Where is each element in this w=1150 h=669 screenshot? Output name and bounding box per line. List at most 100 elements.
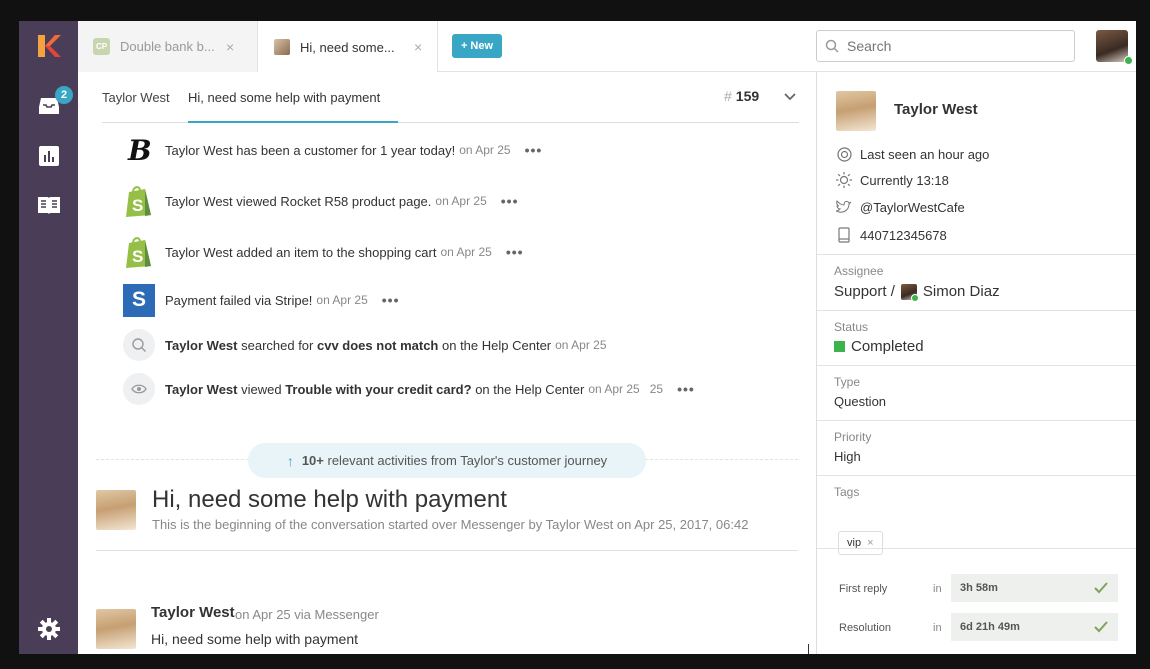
activity-item: Taylor West viewed Trouble with your cre… <box>123 373 695 405</box>
app-window: 2 CP Double bank b... × Hi, need some...… <box>19 21 1136 654</box>
more-options-icon[interactable]: ••• <box>677 381 695 397</box>
text-cursor <box>808 644 809 654</box>
close-icon[interactable]: × <box>414 39 422 55</box>
divider <box>817 254 1136 255</box>
twitter-icon <box>836 199 852 215</box>
search-input[interactable] <box>847 38 1067 54</box>
sidebar: 2 <box>19 21 78 654</box>
sun-icon <box>836 172 852 188</box>
arrow-up-icon: ↑ <box>286 452 294 469</box>
sidebar-item-reports[interactable] <box>37 144 61 168</box>
conversation-subtitle: This is the beginning of the conversatio… <box>152 517 749 532</box>
user-avatar[interactable] <box>1096 30 1128 62</box>
local-time-text: Currently 13:18 <box>860 172 949 188</box>
activity-item: S Payment failed via Stripe! on Apr 25 •… <box>123 283 400 317</box>
activity-text: Taylor West added an item to the shoppin… <box>165 244 437 260</box>
twitter-row: @TaylorWestCafe <box>836 199 965 215</box>
last-seen-row: Last seen an hour ago <box>836 146 989 162</box>
online-status-icon <box>1124 56 1133 65</box>
resolution-value: 6d 21h 49m <box>960 621 1020 633</box>
search-icon <box>123 329 155 361</box>
activity-search-term: cvv does not match <box>317 337 439 353</box>
ticket-number: #159 <box>724 88 759 104</box>
assignee-label: Assignee <box>834 264 884 278</box>
stripe-icon: S <box>123 283 155 317</box>
twitter-handle[interactable]: @TaylorWestCafe <box>860 200 965 215</box>
book-icon <box>38 197 60 214</box>
activity-item: S Taylor West added an item to the shopp… <box>123 236 524 268</box>
activity-location: on the Help Center <box>442 337 552 353</box>
new-button[interactable]: + New <box>452 34 502 58</box>
shopify-icon: S <box>123 236 155 268</box>
phone-number[interactable]: 440712345678 <box>860 228 947 243</box>
chevron-down-icon[interactable] <box>782 88 798 104</box>
journey-text: relevant activities from Taylor's custom… <box>327 453 608 468</box>
customer-name[interactable]: Taylor West <box>894 101 978 118</box>
more-options-icon[interactable]: ••• <box>501 193 519 209</box>
search-icon <box>825 39 839 53</box>
customer-info-panel: Taylor West Last seen an hour ago Curren… <box>816 72 1136 654</box>
activity-article[interactable]: Trouble with your credit card? <box>285 382 471 397</box>
kayako-logo-icon[interactable] <box>36 33 62 59</box>
status-indicator-icon <box>834 341 845 352</box>
svg-text:S: S <box>132 247 143 266</box>
type-field[interactable]: Question <box>834 394 886 409</box>
more-options-icon[interactable]: ••• <box>506 244 524 260</box>
avatar <box>836 91 876 131</box>
assignee-field[interactable]: Support / Simon Diaz <box>834 283 1000 302</box>
tab-label: Hi, need some... <box>300 39 395 55</box>
priority-field[interactable]: High <box>834 449 861 464</box>
customer-journey-button[interactable]: ↑ 10+ relevant activities from Taylor's … <box>248 443 646 478</box>
more-options-icon[interactable]: ••• <box>382 292 400 308</box>
activity-actor: Taylor West <box>165 381 238 397</box>
avatar <box>900 283 919 302</box>
message-text: Hi, need some help with payment <box>151 631 358 647</box>
hash-symbol: # <box>724 88 732 104</box>
more-options-icon[interactable]: ••• <box>525 142 543 158</box>
activity-date: on Apr 25 <box>459 143 511 157</box>
type-value: Question <box>834 394 887 409</box>
status-field[interactable]: Completed <box>834 338 924 355</box>
tab-hi-need-some[interactable]: Hi, need some... × <box>258 21 438 73</box>
eye-icon <box>123 373 155 405</box>
bar-chart-icon <box>39 146 59 166</box>
activity-item: Taylor West searched for cvv does not ma… <box>123 329 607 361</box>
journey-count: 10+ <box>301 453 324 468</box>
status-label: Status <box>834 320 869 334</box>
sidebar-item-settings[interactable] <box>37 617 61 641</box>
priority-label: Priority <box>834 430 872 444</box>
close-icon[interactable]: × <box>226 39 234 55</box>
activity-actor: Taylor West <box>165 337 238 353</box>
phone-icon <box>836 227 852 243</box>
tab-double-bank[interactable]: CP Double bank b... × <box>78 21 258 72</box>
gear-icon <box>38 618 60 640</box>
breadcrumb-customer[interactable]: Taylor West <box>102 90 170 105</box>
activity-date: on Apr 25 <box>440 245 492 259</box>
resolution-sla: 6d 21h 49m <box>951 613 1118 641</box>
check-icon <box>1094 621 1108 633</box>
search-field[interactable] <box>816 30 1075 62</box>
status-value: Completed <box>851 338 924 355</box>
divider <box>96 550 798 551</box>
active-breadcrumb-indicator <box>188 121 398 123</box>
priority-value: High <box>834 449 861 464</box>
first-reply-sla: 3h 58m <box>951 574 1118 602</box>
brand-b-icon: B <box>123 134 155 166</box>
breadcrumb: Taylor West Hi, need some help with paym… <box>102 72 799 123</box>
divider <box>817 548 1136 549</box>
top-bar: CP Double bank b... × Hi, need some... ×… <box>78 21 1136 73</box>
svg-text:B: B <box>127 135 152 165</box>
local-time-row: Currently 13:18 <box>836 172 949 188</box>
tag-vip[interactable]: vip × <box>838 531 883 555</box>
conversation-title: Hi, need some help with payment <box>152 486 507 513</box>
divider <box>817 365 1136 366</box>
case-initials-icon: CP <box>93 38 110 55</box>
divider <box>817 475 1136 476</box>
avatar <box>96 490 136 530</box>
breadcrumb-conversation[interactable]: Hi, need some help with payment <box>188 90 380 105</box>
tab-label: Double bank b... <box>120 39 215 54</box>
last-seen-text: Last seen an hour ago <box>860 146 990 162</box>
svg-text:S: S <box>132 196 143 215</box>
sidebar-item-knowledge-base[interactable] <box>37 193 61 217</box>
activity-verb: viewed <box>241 381 282 397</box>
